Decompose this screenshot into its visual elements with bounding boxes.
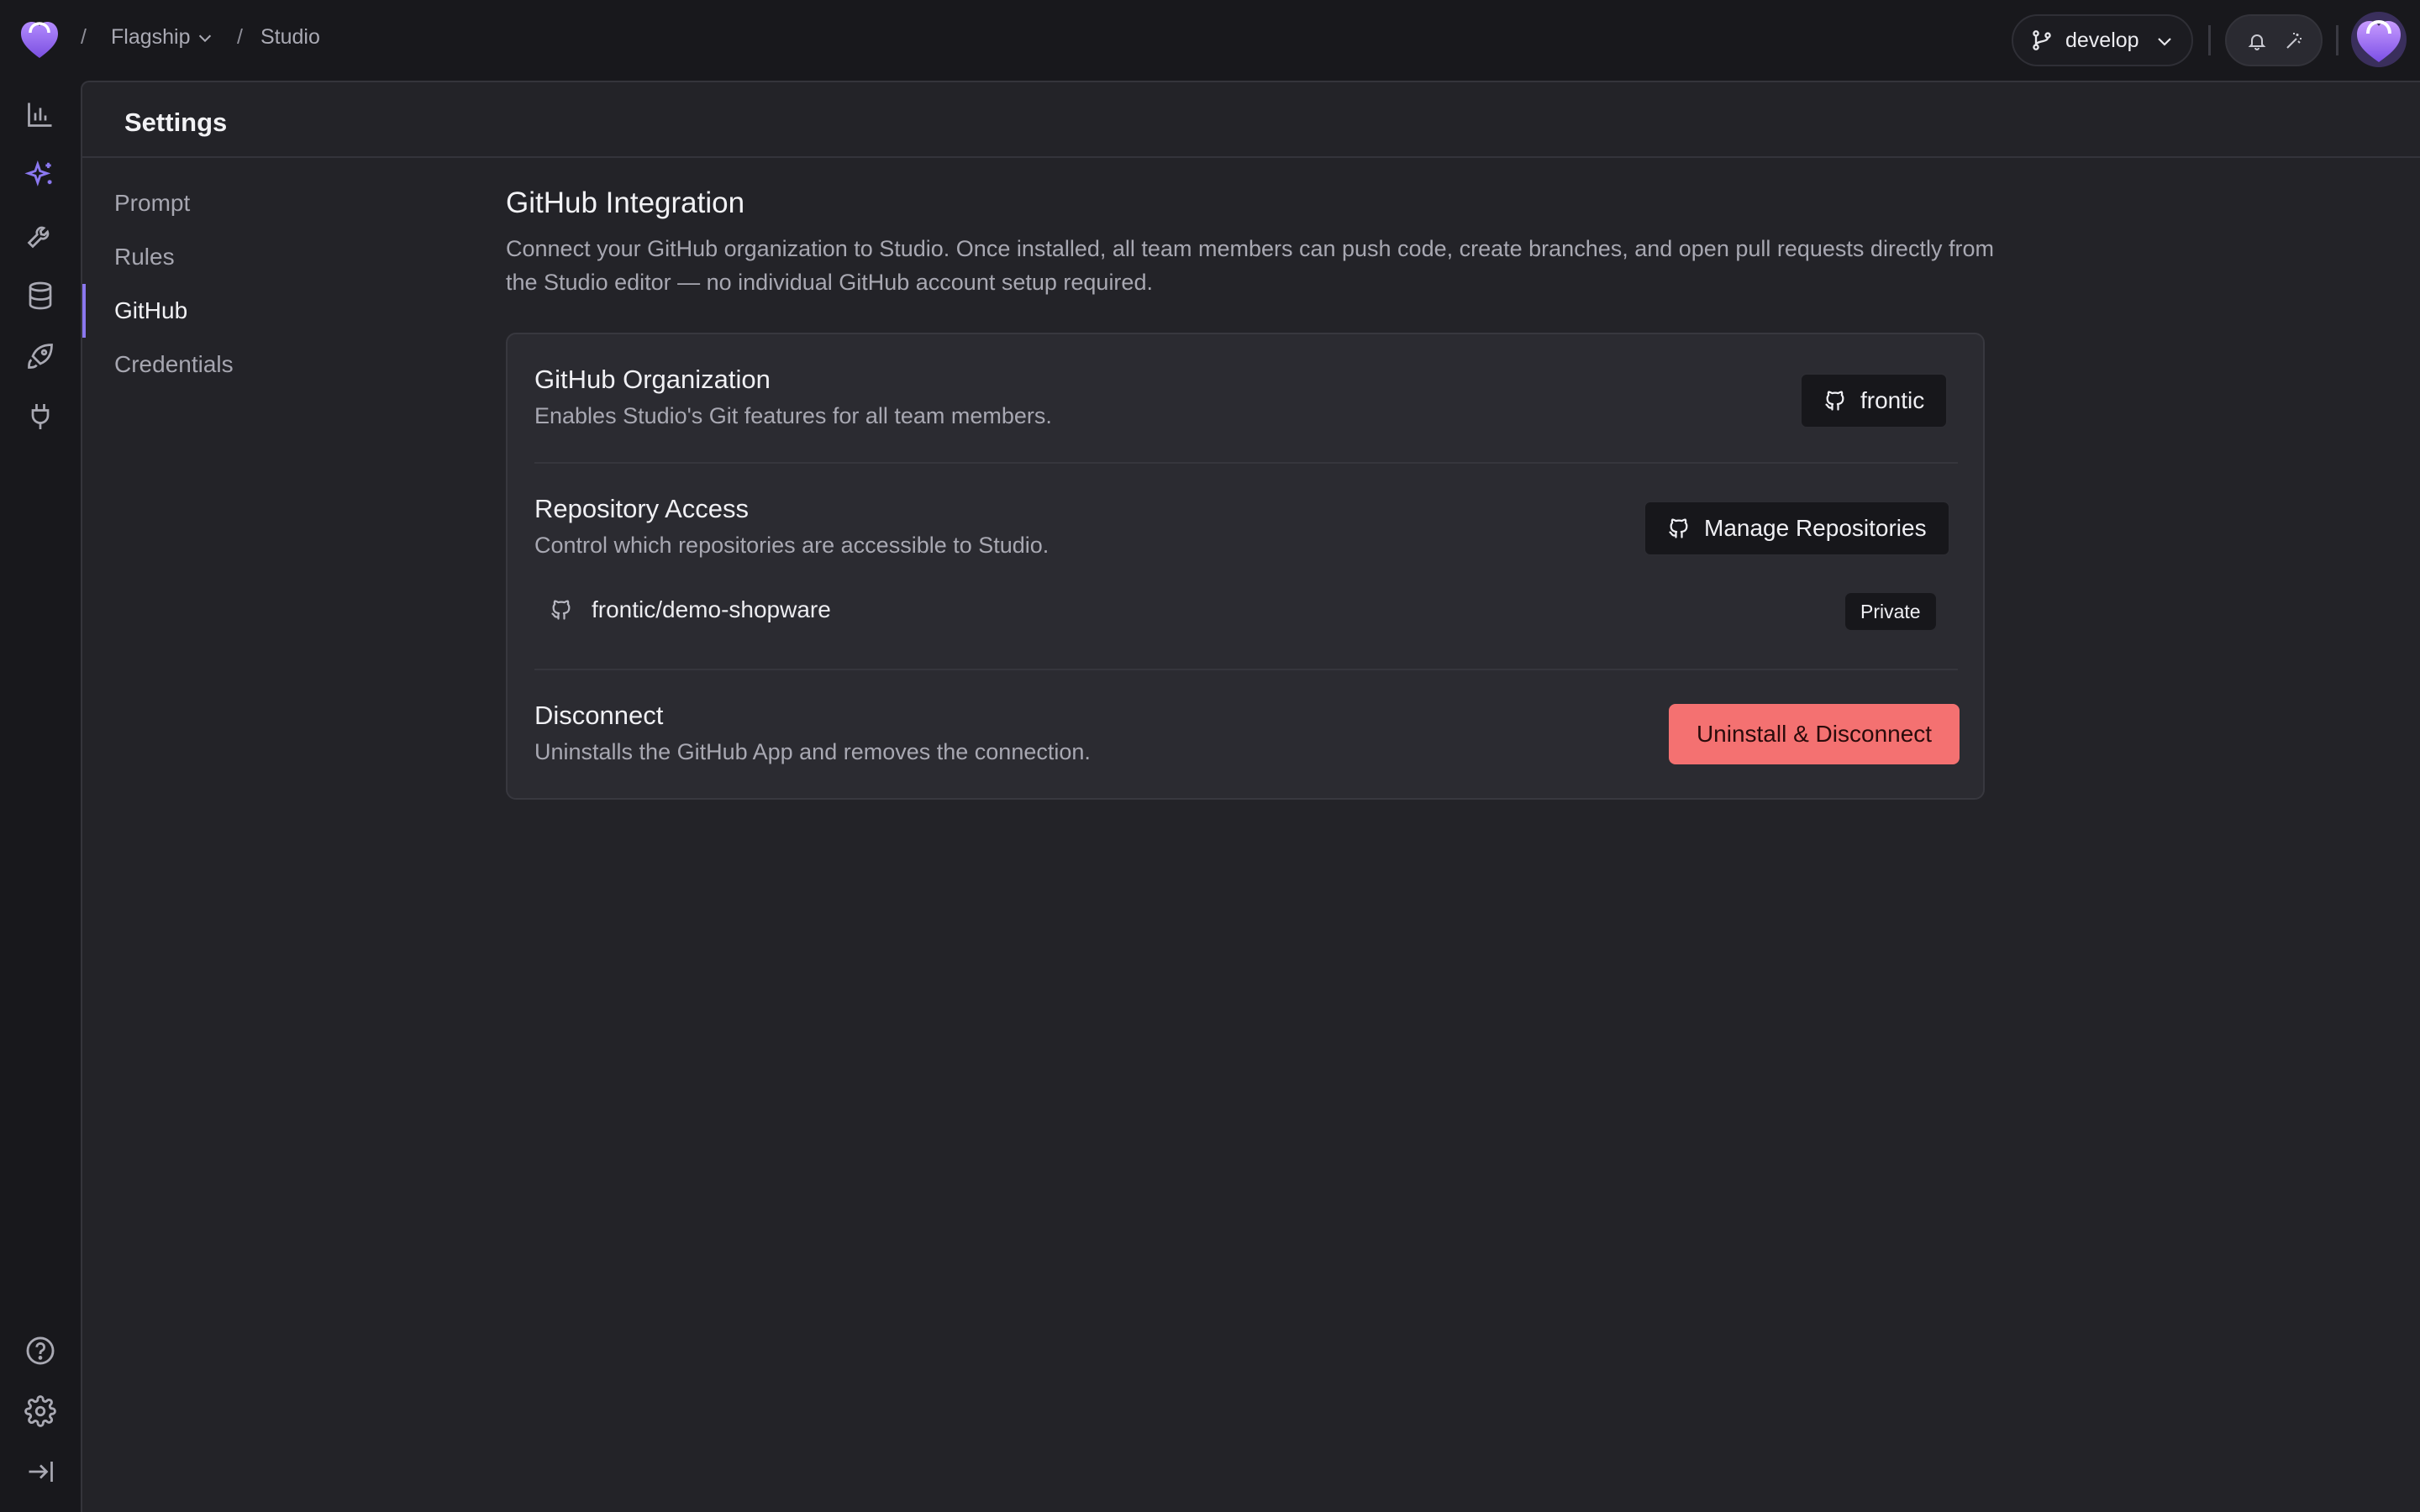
magic-wand-icon[interactable] — [2284, 31, 2304, 51]
github-icon — [551, 600, 571, 620]
visibility-badge: Private — [1845, 593, 1936, 630]
breadcrumb-separator: / — [81, 25, 87, 49]
manage-repositories-button[interactable]: Manage Repositories — [1644, 501, 1950, 556]
nav-settings[interactable] — [24, 1394, 57, 1428]
organization-description: Enables Studio's Git features for all te… — [534, 403, 1052, 428]
organization-name: frontic — [1860, 387, 1925, 413]
github-icon — [1669, 518, 1688, 538]
chevron-down-icon — [198, 34, 211, 42]
list-item[interactable]: frontic/demo-shopware — [550, 596, 831, 623]
uninstall-disconnect-button[interactable]: Uninstall & Disconnect — [1669, 704, 1960, 764]
help-icon — [26, 1336, 55, 1365]
nav-help[interactable] — [24, 1334, 57, 1368]
settings-nav-credentials[interactable]: Credentials — [82, 343, 435, 386]
page-title: Settings — [124, 108, 228, 137]
divider — [2208, 25, 2211, 55]
breadcrumb-project[interactable]: Flagship — [111, 25, 214, 50]
github-icon — [1825, 391, 1844, 411]
gear-icon — [24, 1395, 56, 1427]
branch-name: develop — [2065, 28, 2139, 52]
database-icon — [29, 281, 52, 310]
repository-access-title: Repository Access — [534, 494, 749, 523]
analytics-icon — [28, 102, 52, 127]
settings-panel: Settings Prompt Rules GitHub Credentials… — [81, 81, 2420, 1512]
bell-icon[interactable] — [2247, 31, 2267, 51]
chevron-down-icon — [2158, 38, 2171, 46]
section-title: GitHub Integration — [506, 186, 745, 219]
nav-tools[interactable] — [24, 218, 57, 252]
divider — [2336, 25, 2338, 55]
git-branch-icon — [2033, 30, 2051, 50]
toolbar-pill — [2225, 14, 2323, 66]
collapse-sidebar-icon — [29, 1462, 53, 1482]
divider — [534, 669, 1958, 670]
icon-rail — [0, 81, 81, 1512]
nav-deploy[interactable] — [24, 339, 57, 373]
organization-button[interactable]: frontic — [1800, 373, 1949, 428]
breadcrumb-separator: / — [237, 25, 243, 49]
breadcrumb-project-label: Flagship — [111, 25, 191, 49]
disconnect-title: Disconnect — [534, 701, 664, 730]
nav-collapse[interactable] — [24, 1455, 57, 1488]
nav-studio[interactable] — [24, 158, 57, 192]
settings-nav-github[interactable]: GitHub — [82, 284, 435, 338]
section-description: Connect your GitHub organization to Stud… — [506, 236, 1994, 295]
settings-nav-prompt[interactable]: Prompt — [82, 181, 435, 225]
repository-access-description: Control which repositories are accessibl… — [534, 533, 1050, 558]
nav-data[interactable] — [24, 279, 57, 312]
rocket-icon — [28, 344, 53, 369]
app-logo-icon[interactable] — [18, 18, 60, 60]
top-bar: / Flagship / Studio develop — [0, 0, 2420, 81]
divider — [534, 462, 1958, 464]
avatar[interactable] — [2351, 12, 2407, 67]
branch-selector[interactable]: develop — [2012, 14, 2193, 66]
repository-name: frontic/demo-shopware — [592, 596, 831, 622]
nav-analytics[interactable] — [24, 97, 57, 131]
plug-icon — [31, 404, 50, 429]
panel-header: Settings — [82, 82, 2420, 158]
settings-nav-rules[interactable]: Rules — [82, 235, 435, 279]
wrench-icon — [27, 226, 50, 249]
sparkles-icon — [24, 160, 52, 186]
breadcrumb-page[interactable]: Studio — [260, 25, 320, 50]
organization-title: GitHub Organization — [534, 365, 771, 394]
github-card: GitHub Organization Enables Studio's Git… — [506, 333, 1985, 800]
disconnect-description: Uninstalls the GitHub App and removes th… — [534, 739, 1091, 764]
nav-integrations[interactable] — [24, 400, 57, 433]
manage-repositories-label: Manage Repositories — [1704, 515, 1927, 541]
